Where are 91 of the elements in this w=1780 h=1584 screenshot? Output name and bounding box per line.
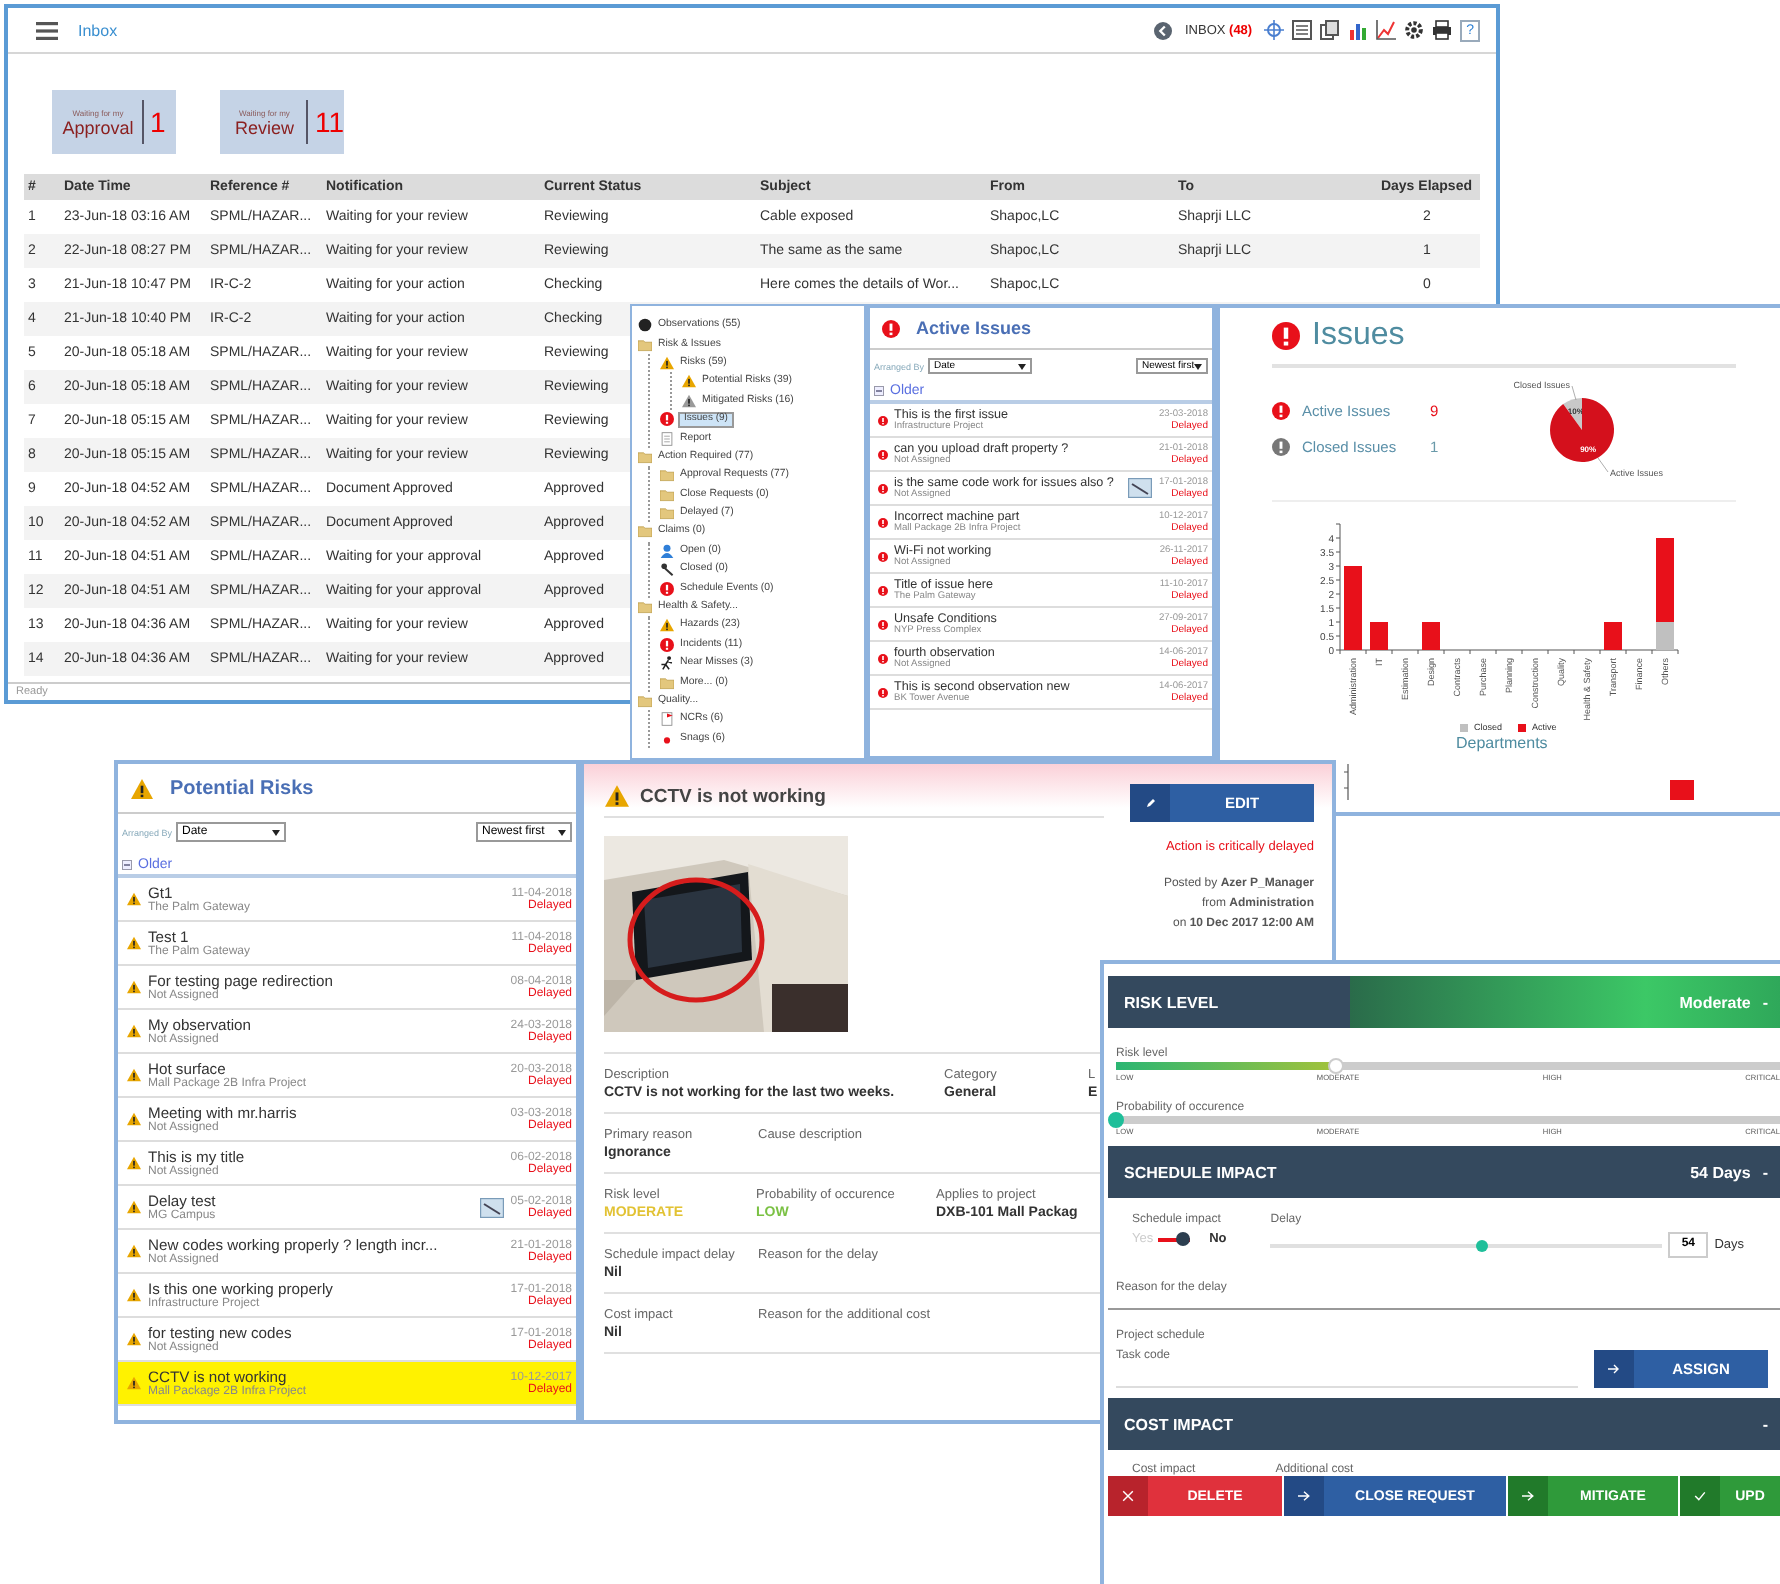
bar: [1370, 622, 1388, 650]
warning-icon: [126, 1244, 142, 1258]
caret-icon: [272, 829, 281, 835]
person-icon: [660, 543, 674, 558]
toggle-switch[interactable]: [1157, 1232, 1190, 1246]
collapse-toggle[interactable]: -: [1762, 1415, 1768, 1433]
slider-track[interactable]: [1116, 1062, 1780, 1070]
alert-icon: [878, 449, 888, 459]
warning-icon: [130, 777, 154, 799]
warning-icon: [682, 393, 696, 408]
crosshair-icon[interactable]: [1264, 20, 1285, 40]
leader-line: [1571, 385, 1577, 401]
slider-thumb[interactable]: [1476, 1239, 1489, 1251]
runner-icon: [660, 656, 674, 671]
alert-icon: [878, 517, 888, 527]
section-header[interactable]: RISK LEVEL Moderate -: [1108, 976, 1780, 1028]
pencil-icon: [1145, 798, 1155, 808]
detail-title: CCTV is not working: [640, 785, 826, 807]
alert-icon: [878, 653, 888, 663]
window-title: Inbox: [78, 21, 118, 39]
alert-icon: [1272, 402, 1290, 420]
warning-icon: [126, 980, 142, 994]
panel-title: Issues: [1312, 318, 1405, 354]
folder-icon: [638, 600, 652, 615]
slider-thumb[interactable]: [1327, 1058, 1344, 1074]
alert-icon: [878, 585, 888, 595]
caret-icon: [1194, 363, 1203, 369]
bar: [1422, 622, 1440, 650]
document-icon: [660, 431, 674, 446]
leader-line: [1597, 457, 1609, 473]
caret-icon: [558, 829, 566, 835]
section-header[interactable]: SCHEDULE IMPACT 54 Days -: [1108, 1146, 1780, 1198]
collapse-icon[interactable]: [122, 860, 132, 870]
dot-icon: [660, 731, 674, 746]
alert-icon: [878, 483, 888, 493]
alert-icon: [660, 637, 674, 652]
bar: [1344, 566, 1362, 650]
bar-chart-icon[interactable]: [1348, 20, 1369, 40]
warning-icon: [126, 1112, 142, 1126]
arrow-icon: [1298, 1490, 1310, 1502]
section-value: 54 Days: [1690, 1163, 1751, 1181]
warning-icon: [126, 892, 142, 906]
tool-icon: [660, 562, 674, 577]
check-icon: [1694, 1490, 1706, 1502]
menu-icon[interactable]: [36, 21, 58, 39]
warning-icon: [660, 355, 674, 370]
panel-title: Potential Risks: [170, 777, 314, 799]
collapse-toggle[interactable]: -: [1762, 1163, 1768, 1181]
copy-icon[interactable]: [1320, 20, 1341, 40]
list-icon[interactable]: [1292, 20, 1313, 40]
circle-icon: [638, 318, 652, 333]
settings-icon[interactable]: [1404, 20, 1425, 40]
warning-icon: [660, 618, 674, 633]
axis-title: Departments: [1456, 734, 1550, 752]
alert-icon: [1272, 322, 1300, 350]
alert-icon: [878, 551, 888, 561]
folder-icon: [638, 337, 652, 352]
back-icon[interactable]: [1154, 21, 1173, 39]
warning-icon: [126, 1332, 142, 1346]
slider-thumb[interactable]: [1108, 1112, 1124, 1128]
alert-icon: [878, 619, 888, 629]
section-header[interactable]: COST IMPACT -: [1108, 1398, 1780, 1450]
alert-icon: [660, 581, 674, 596]
arrow-icon: [1608, 1364, 1620, 1374]
alert-icon: [882, 319, 900, 337]
section-title: SCHEDULE IMPACT: [1124, 1163, 1277, 1181]
alert-icon: [660, 412, 674, 427]
warning-icon: [126, 1024, 142, 1038]
section-value: Moderate: [1679, 993, 1751, 1011]
arrow-icon: [1522, 1490, 1534, 1502]
warning-icon: [126, 1288, 142, 1302]
collapse-icon[interactable]: [874, 386, 884, 396]
warning-icon: [126, 1200, 142, 1214]
line-chart-icon[interactable]: [1376, 20, 1397, 40]
bar: [1604, 622, 1622, 650]
warning-icon: [126, 1156, 142, 1170]
section-title: COST IMPACT: [1124, 1415, 1234, 1433]
warning-icon: [682, 374, 696, 389]
warning-icon: [604, 784, 630, 808]
panel-title: Active Issues: [916, 318, 1032, 338]
alert-icon: [1272, 438, 1290, 456]
close-icon: [1122, 1490, 1134, 1502]
alert-icon: [878, 415, 888, 425]
warning-icon: [126, 936, 142, 950]
caret-icon: [1018, 363, 1027, 369]
section-title: RISK LEVEL: [1124, 993, 1219, 1011]
warning-icon: [126, 1068, 142, 1082]
alert-icon: [878, 687, 888, 697]
warning-icon: [126, 1376, 142, 1390]
flag-icon: [660, 712, 674, 727]
printer-icon[interactable]: [1432, 20, 1453, 40]
